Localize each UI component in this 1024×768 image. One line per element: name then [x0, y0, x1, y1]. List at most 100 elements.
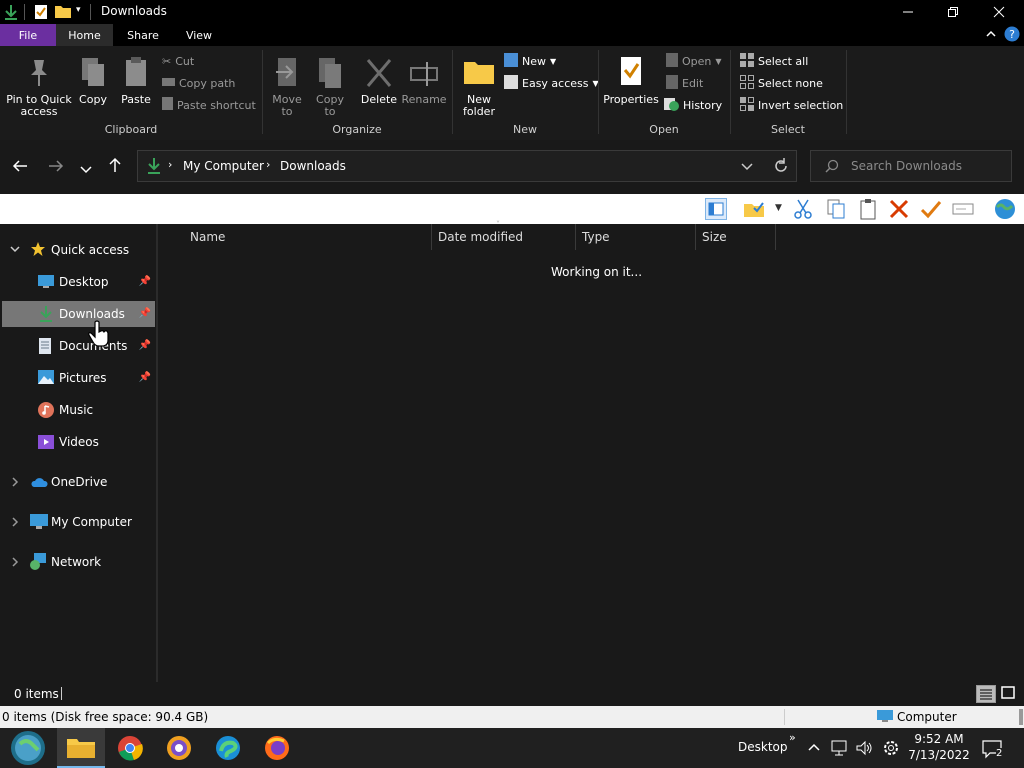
- history-button[interactable]: History: [664, 96, 722, 114]
- network-tray-icon[interactable]: [830, 739, 848, 760]
- folder-options-icon[interactable]: [742, 198, 772, 220]
- address-bar[interactable]: › My Computer › Downloads: [137, 150, 797, 182]
- select-all-button[interactable]: Select all: [740, 52, 808, 70]
- cut-button[interactable]: ✂ Cut: [162, 52, 194, 70]
- new-folder-button[interactable]: New folder: [458, 56, 500, 118]
- refresh-icon[interactable]: [773, 158, 789, 177]
- breadcrumb-my-computer[interactable]: My Computer: [183, 159, 264, 173]
- edit-button[interactable]: Edit: [666, 74, 703, 92]
- nav-documents[interactable]: Documents 📌: [2, 333, 155, 359]
- breadcrumb-chevron-icon[interactable]: ›: [168, 158, 172, 171]
- paste-button[interactable]: Paste: [118, 56, 154, 106]
- invert-selection-button[interactable]: Invert selection: [740, 96, 843, 114]
- nav-network[interactable]: Network: [2, 549, 155, 575]
- taskbar-file-explorer[interactable]: [57, 728, 105, 768]
- pin-to-quick-access-button[interactable]: Pin to Quick access: [4, 56, 74, 118]
- chevron-right-icon[interactable]: [10, 476, 20, 490]
- tab-view[interactable]: View: [173, 24, 225, 46]
- rename-button[interactable]: Rename: [401, 56, 447, 106]
- close-button[interactable]: [976, 0, 1022, 24]
- nav-desktop[interactable]: Desktop 📌: [2, 269, 155, 295]
- checkmark-icon[interactable]: [920, 198, 942, 220]
- globe-icon[interactable]: [992, 198, 1018, 220]
- column-header-name[interactable]: Name: [184, 224, 432, 250]
- open-button[interactable]: Open ▼: [666, 52, 722, 70]
- title-divider: [24, 4, 25, 20]
- new-item-icon: [504, 52, 518, 70]
- column-size-label: Size: [702, 230, 727, 244]
- clock[interactable]: 9:52 AM 7/13/2022: [908, 731, 970, 763]
- copy-to-button[interactable]: Copy to: [311, 56, 349, 118]
- tab-home[interactable]: Home: [56, 24, 113, 46]
- easy-access-button[interactable]: Easy access ▼: [504, 74, 599, 92]
- column-header-size[interactable]: Size: [696, 224, 776, 250]
- nav-videos[interactable]: Videos: [2, 429, 155, 455]
- delete-button[interactable]: Delete: [358, 56, 400, 106]
- select-none-button[interactable]: Select none: [740, 74, 823, 92]
- cut-icon[interactable]: [792, 198, 814, 220]
- restore-button[interactable]: [930, 0, 976, 24]
- pin-icon[interactable]: 📌: [139, 276, 151, 287]
- back-arrow-icon[interactable]: [12, 158, 28, 177]
- desktop-toolbar-label[interactable]: Desktop: [738, 740, 788, 754]
- search-box[interactable]: Search Downloads: [810, 150, 1012, 182]
- rename-field-icon[interactable]: [952, 198, 974, 220]
- help-icon[interactable]: ?: [1004, 26, 1020, 45]
- new-item-label: New: [522, 54, 546, 68]
- chevron-right-icon[interactable]: [10, 516, 20, 530]
- nav-music[interactable]: Music: [2, 397, 155, 423]
- forward-arrow-icon[interactable]: [48, 158, 64, 177]
- nav-pictures[interactable]: Pictures 📌: [2, 365, 155, 391]
- toolbar-overflow-icon[interactable]: »: [789, 731, 796, 744]
- ribbon: Pin to Quick access Copy Paste ✂ Cut Copy…: [0, 46, 1024, 140]
- details-view-icon[interactable]: [976, 685, 996, 703]
- nav-onedrive[interactable]: OneDrive: [2, 469, 155, 495]
- tab-share[interactable]: Share: [113, 24, 173, 46]
- settings-gear-icon[interactable]: [882, 739, 900, 760]
- taskbar-browser[interactable]: [155, 728, 203, 768]
- chevron-right-icon[interactable]: [10, 556, 20, 570]
- up-arrow-icon[interactable]: [108, 157, 122, 177]
- tab-share-label: Share: [127, 28, 159, 42]
- nav-my-computer[interactable]: My Computer: [2, 509, 155, 535]
- pin-icon[interactable]: 📌: [139, 308, 151, 319]
- taskbar-firefox[interactable]: [253, 728, 301, 768]
- resize-grip[interactable]: [1019, 709, 1023, 725]
- new-item-button[interactable]: New ▼: [504, 52, 556, 70]
- move-to-button[interactable]: Move to: [268, 56, 306, 118]
- start-button[interactable]: [4, 728, 52, 768]
- address-dropdown-icon[interactable]: [741, 161, 753, 175]
- tray-expand-icon[interactable]: [807, 741, 821, 755]
- volume-icon[interactable]: [855, 739, 873, 760]
- breadcrumb-chevron-icon[interactable]: ›: [266, 158, 270, 171]
- large-icons-view-icon[interactable]: [999, 685, 1019, 703]
- dropdown-arrow-icon[interactable]: ▼: [775, 203, 782, 213]
- properties-quick-icon[interactable]: [34, 4, 48, 23]
- chevron-down-icon[interactable]: [10, 243, 20, 257]
- minimize-button[interactable]: [885, 0, 931, 24]
- copy-button[interactable]: Copy: [76, 56, 110, 106]
- copy-path-button[interactable]: Copy path: [162, 74, 235, 92]
- delete-icon[interactable]: [888, 198, 910, 220]
- paste-shortcut-icon: [162, 97, 173, 113]
- customize-toolbar-icon[interactable]: ▾: [76, 5, 81, 15]
- taskbar-edge[interactable]: [204, 728, 252, 768]
- new-folder-quick-icon[interactable]: [55, 4, 71, 21]
- breadcrumb-downloads[interactable]: Downloads: [280, 159, 346, 173]
- taskbar-chrome[interactable]: [106, 728, 154, 768]
- paste-shortcut-button[interactable]: Paste shortcut: [162, 96, 256, 114]
- pin-icon[interactable]: 📌: [139, 372, 151, 383]
- collapse-ribbon-icon[interactable]: [985, 27, 997, 44]
- properties-button[interactable]: Properties: [603, 56, 659, 106]
- paste-icon[interactable]: [857, 198, 879, 220]
- recent-locations-icon[interactable]: [80, 160, 92, 179]
- nav-quick-access[interactable]: Quick access: [2, 237, 155, 263]
- column-header-date-modified[interactable]: Date modified ˅: [432, 220, 576, 250]
- layout-pane-icon[interactable]: [705, 198, 727, 220]
- pin-icon[interactable]: 📌: [139, 340, 151, 351]
- tab-file[interactable]: File: [0, 24, 56, 46]
- column-header-type[interactable]: Type: [576, 224, 696, 250]
- nav-downloads[interactable]: Downloads 📌: [2, 301, 155, 327]
- copy-icon[interactable]: [825, 198, 847, 220]
- file-list[interactable]: Name Date modified ˅ Type Size Working o…: [160, 220, 1024, 682]
